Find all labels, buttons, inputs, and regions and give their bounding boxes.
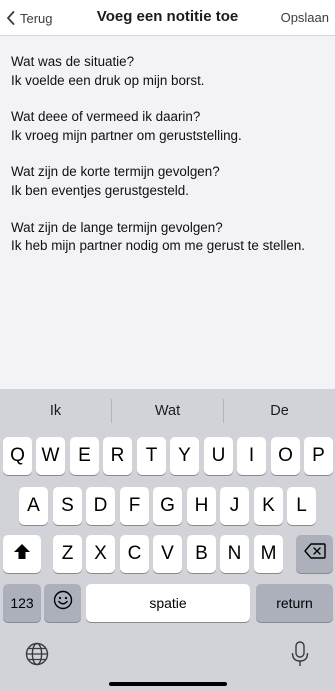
key-v[interactable]: V bbox=[153, 535, 182, 573]
note-answer: Ik voelde een druk op mijn borst. bbox=[11, 72, 205, 88]
key-p[interactable]: P bbox=[304, 437, 333, 475]
key-l[interactable]: L bbox=[287, 487, 316, 525]
delete-key[interactable] bbox=[296, 535, 333, 573]
key-d[interactable]: D bbox=[86, 487, 115, 525]
key-c[interactable]: C bbox=[120, 535, 149, 573]
note-block: Wat zijn de korte termijn gevolgen? Ik b… bbox=[11, 163, 324, 200]
key-n[interactable]: N bbox=[220, 535, 249, 573]
key-q[interactable]: Q bbox=[3, 437, 32, 475]
note-text-area[interactable]: Wat was de situatie? Ik voelde een druk … bbox=[0, 37, 335, 389]
note-block: Wat zijn de lange termijn gevolgen? Ik h… bbox=[11, 219, 324, 256]
key-h[interactable]: H bbox=[187, 487, 216, 525]
key-m[interactable]: M bbox=[254, 535, 283, 573]
shift-key[interactable] bbox=[3, 535, 41, 573]
emoji-key[interactable] bbox=[44, 584, 81, 622]
note-question: Wat zijn de lange termijn gevolgen? bbox=[11, 219, 223, 235]
key-j[interactable]: J bbox=[220, 487, 249, 525]
emoji-icon bbox=[53, 590, 73, 616]
save-button[interactable]: Opslaan bbox=[281, 10, 329, 25]
note-block: Wat deee of vermeed ik daarin? Ik vroeg … bbox=[11, 108, 324, 145]
key-u[interactable]: U bbox=[204, 437, 233, 475]
note-answer: Ik heb mijn partner nodig om me gerust t… bbox=[11, 238, 305, 254]
note-question: Wat zijn de korte termijn gevolgen? bbox=[11, 164, 220, 180]
note-question: Wat deee of vermeed ik daarin? bbox=[11, 109, 201, 125]
backspace-icon bbox=[303, 543, 326, 565]
key-z[interactable]: Z bbox=[53, 535, 82, 573]
navigation-bar: Terug Voeg een notitie toe Opslaan bbox=[0, 0, 335, 36]
note-answer: Ik ben eventjes gerustgesteld. bbox=[11, 182, 189, 198]
suggestion-item[interactable]: Wat bbox=[112, 389, 223, 433]
key-b[interactable]: B bbox=[187, 535, 216, 573]
suggestion-bar: Ik Wat De bbox=[0, 389, 335, 433]
key-a[interactable]: A bbox=[19, 487, 48, 525]
key-s[interactable]: S bbox=[53, 487, 82, 525]
microphone-icon bbox=[291, 640, 309, 672]
on-screen-keyboard: Ik Wat De Q W E R T Y U I O P A S D F G … bbox=[0, 389, 335, 691]
globe-icon bbox=[25, 642, 49, 671]
key-f[interactable]: F bbox=[120, 487, 149, 525]
note-answer: Ik vroeg mijn partner om geruststelling. bbox=[11, 127, 242, 143]
numbers-key[interactable]: 123 bbox=[3, 584, 41, 622]
key-i[interactable]: I bbox=[237, 437, 266, 475]
suggestion-item[interactable]: Ik bbox=[0, 389, 111, 433]
home-indicator bbox=[109, 682, 227, 686]
key-w[interactable]: W bbox=[36, 437, 65, 475]
note-block: Wat was de situatie? Ik voelde een druk … bbox=[11, 53, 324, 90]
key-e[interactable]: E bbox=[70, 437, 99, 475]
key-g[interactable]: G bbox=[153, 487, 182, 525]
key-k[interactable]: K bbox=[254, 487, 283, 525]
shift-icon bbox=[13, 543, 31, 566]
suggestion-item[interactable]: De bbox=[224, 389, 335, 433]
note-question: Wat was de situatie? bbox=[11, 54, 135, 69]
globe-button[interactable] bbox=[22, 641, 52, 671]
key-x[interactable]: X bbox=[86, 535, 115, 573]
key-r[interactable]: R bbox=[103, 437, 132, 475]
space-key[interactable]: spatie bbox=[86, 584, 250, 622]
dictation-button[interactable] bbox=[285, 640, 315, 672]
return-key[interactable]: return bbox=[256, 584, 333, 622]
key-t[interactable]: T bbox=[137, 437, 166, 475]
key-y[interactable]: Y bbox=[170, 437, 199, 475]
key-o[interactable]: O bbox=[271, 437, 300, 475]
